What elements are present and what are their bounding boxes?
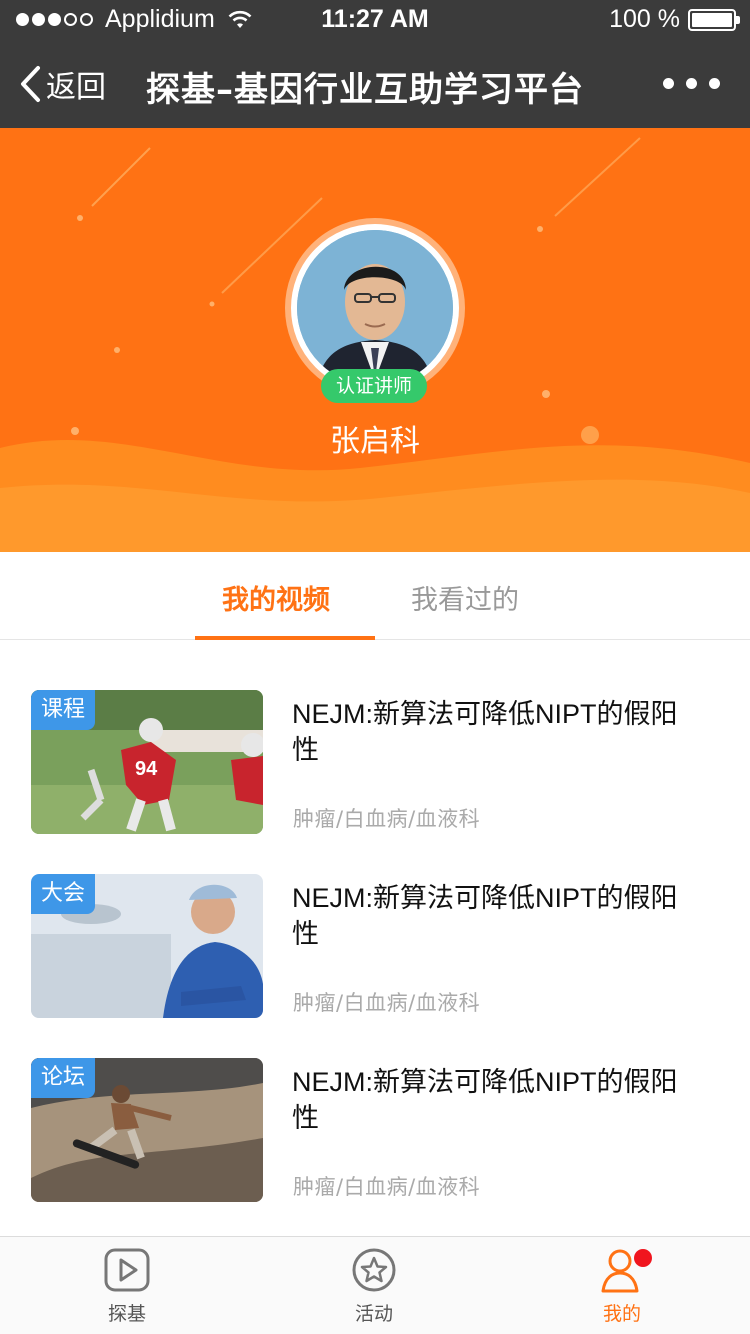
user-name: 张启科: [330, 424, 420, 459]
list-item[interactable]: 94 课程 NEJM:新算法可降低NIPT的假阳性 肿瘤/白血病/血液科: [0, 690, 750, 840]
video-tag: 论坛: [31, 1058, 96, 1098]
video-thumbnail[interactable]: 大会: [31, 874, 263, 1018]
status-bar: Applidium 11:27 AM 100 %: [0, 0, 750, 40]
tabbar-home[interactable]: 探基: [77, 1247, 177, 1326]
video-tag: 课程: [31, 690, 96, 730]
video-thumbnail[interactable]: 论坛: [31, 1058, 263, 1202]
video-category: 肿瘤/白血病/血液科: [293, 991, 481, 1015]
battery-percent: 100 %: [609, 5, 680, 33]
tabbar-label: 探基: [107, 1303, 146, 1325]
tabbar-mine[interactable]: 我的: [572, 1247, 672, 1326]
tabbar-label: 我的: [602, 1303, 641, 1325]
certified-lecturer-badge: 认证讲师: [321, 369, 427, 403]
tabbar-label: 活动: [354, 1303, 393, 1325]
video-tag: 大会: [31, 874, 96, 914]
video-title[interactable]: NEJM:新算法可降低NIPT的假阳性: [292, 880, 692, 952]
bottom-tab-bar: 探基 活动 我的: [0, 1236, 750, 1334]
video-title[interactable]: NEJM:新算法可降低NIPT的假阳性: [292, 696, 692, 768]
profile-header: 认证讲师 张启科: [0, 128, 750, 552]
more-dot-icon: [663, 78, 674, 89]
svg-text:94: 94: [135, 758, 158, 780]
list-item[interactable]: 大会 NEJM:新算法可降低NIPT的假阳性 肿瘤/白血病/血液科: [0, 874, 750, 1024]
video-thumbnail[interactable]: 94 课程: [31, 690, 263, 834]
back-button[interactable]: 返回: [18, 62, 106, 106]
chevron-left-icon: [21, 66, 40, 102]
video-category: 肿瘤/白血病/血液科: [293, 807, 481, 831]
page-title: 探基–基因行业互助学习平台: [146, 70, 584, 110]
active-tab-indicator: [195, 636, 375, 640]
more-menu-button[interactable]: [663, 78, 720, 89]
nav-bar: 返回 探基–基因行业互助学习平台: [0, 40, 750, 128]
list-item[interactable]: 论坛 NEJM:新算法可降低NIPT的假阳性 肿瘤/白血病/血液科: [0, 1058, 750, 1208]
notification-dot: [634, 1249, 652, 1267]
content-tabs: 我的视频 我看过的: [0, 552, 750, 640]
back-label: 返回: [46, 70, 106, 105]
status-right: 100 %: [609, 5, 740, 34]
tab-watched[interactable]: 我看过的: [411, 578, 519, 617]
video-title[interactable]: NEJM:新算法可降低NIPT的假阳性: [292, 1064, 692, 1136]
tabbar-activity[interactable]: 活动: [324, 1247, 424, 1326]
star-icon: [352, 1248, 396, 1292]
video-category: 肿瘤/白血病/血液科: [293, 1175, 481, 1199]
play-icon: [104, 1248, 150, 1292]
more-dot-icon: [709, 78, 720, 89]
portrait-image: [297, 230, 453, 386]
more-dot-icon: [686, 78, 697, 89]
battery-icon: [688, 8, 740, 31]
tab-my-videos[interactable]: 我的视频: [222, 578, 330, 617]
avatar-photo: [297, 230, 453, 386]
